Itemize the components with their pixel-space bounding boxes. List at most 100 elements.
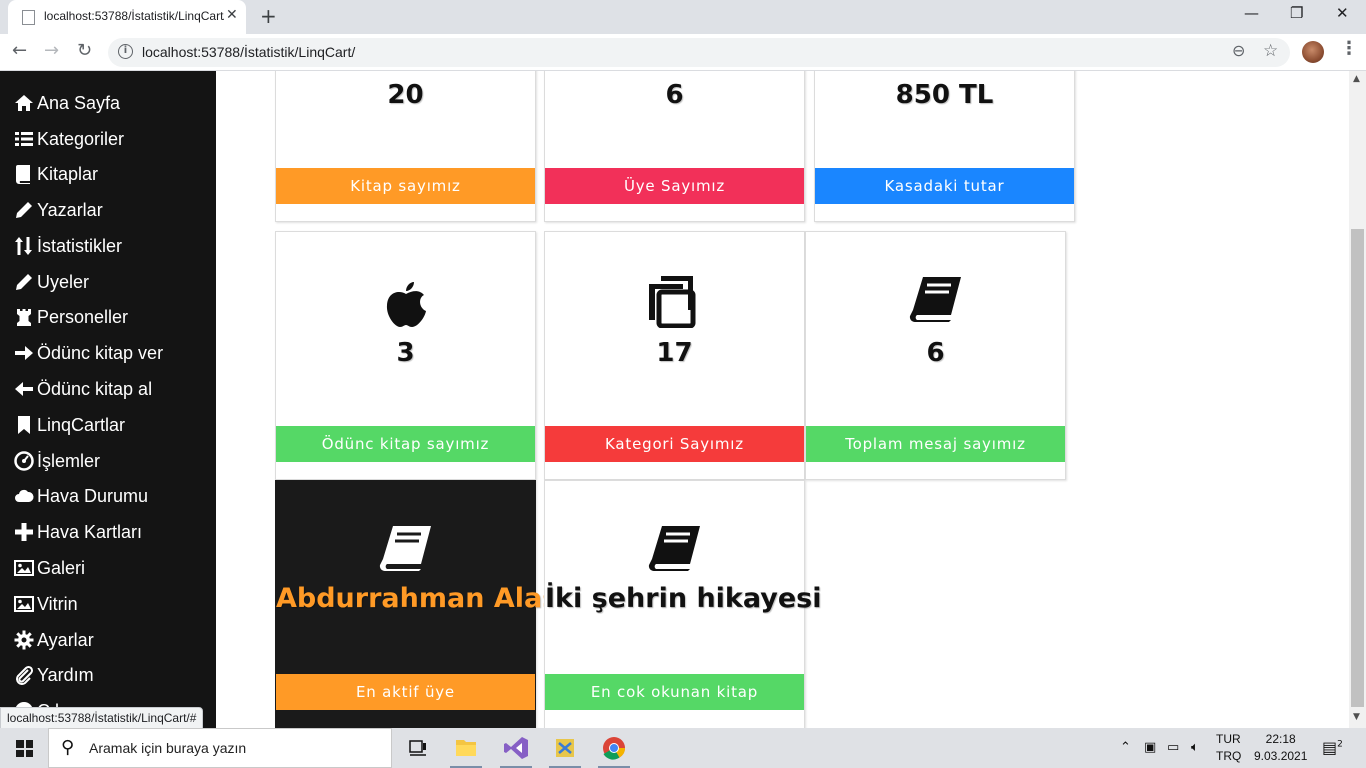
- sidebar-item-vitrin[interactable]: Vitrin: [14, 589, 78, 619]
- task-view-icon[interactable]: [398, 734, 438, 768]
- sidebar-item-label: Yazarlar: [37, 199, 103, 220]
- status-bar-url: localhost:53788/İstatistik/LinqCart/#: [0, 707, 204, 728]
- bookmark-star-icon[interactable]: ☆: [1263, 41, 1278, 61]
- book-icon: [14, 164, 36, 184]
- list-icon: [14, 129, 36, 149]
- site-info-icon[interactable]: i: [118, 44, 133, 59]
- stat-value: İki şehrin hikayesi: [545, 583, 822, 614]
- sidebar-item-kategoriler[interactable]: Kategoriler: [14, 124, 124, 154]
- sidebar-item-uyeler[interactable]: Uyeler: [14, 267, 89, 297]
- stat-value: 850 TL: [895, 80, 994, 110]
- stat-card: 20 Kitap sayımız: [275, 71, 536, 222]
- address-bar[interactable]: i localhost:53788/İstatistik/LinqCart/ ⊖…: [108, 38, 1290, 67]
- new-tab-button[interactable]: +: [260, 4, 277, 28]
- sidebar-item-hava-durumu[interactable]: Hava Durumu: [14, 481, 148, 511]
- browser-tab[interactable]: localhost:53788/İstatistik/LinqCart/ ✕: [8, 0, 246, 34]
- sidebar-item-i-statistikler[interactable]: İstatistikler: [14, 231, 122, 261]
- browser-menu-icon[interactable]: ⋮: [1340, 38, 1358, 59]
- stat-label-bar: Toplam mesaj sayımız: [806, 426, 1065, 462]
- stat-card: Abdurrahman Alas En aktif üye: [275, 480, 558, 728]
- copy-icon: [647, 272, 703, 328]
- windows-start-icon[interactable]: [16, 740, 33, 757]
- restore-button[interactable]: ❐: [1290, 4, 1303, 22]
- notification-count: 2: [1337, 739, 1343, 750]
- taskbar-search[interactable]: ⚲ Aramak için buraya yazın: [48, 728, 392, 768]
- page-scrollbar[interactable]: ▲ ▼: [1349, 71, 1366, 728]
- sidebar-item-yardım[interactable]: Yardım: [14, 660, 94, 690]
- scroll-up-icon[interactable]: ▲: [1353, 74, 1360, 84]
- taskbar-search-placeholder[interactable]: Aramak için buraya yazın: [89, 740, 246, 756]
- sidebar-item-label: Uyeler: [37, 271, 90, 292]
- sidebar-item-ödünc-kitap-ver[interactable]: Ödünc kitap ver: [14, 338, 163, 368]
- tray-device-icon[interactable]: ▣: [1144, 740, 1156, 755]
- chrome-icon[interactable]: [594, 734, 634, 768]
- chess-rook-icon: [14, 307, 36, 327]
- sidebar-item-personeller[interactable]: Personeller: [14, 302, 128, 332]
- sidebar-item-galeri[interactable]: Galeri: [14, 553, 85, 583]
- stat-card: 3 Ödünc kitap sayımız: [275, 231, 536, 480]
- scrollbar-thumb[interactable]: [1351, 229, 1364, 707]
- stat-value: 17: [656, 338, 693, 368]
- sidebar: Ana Sayfa Kategoriler Kitaplar Yazarlar İsta…: [0, 71, 216, 728]
- stat-label-bar: Ödünc kitap sayımız: [276, 426, 535, 462]
- sidebar-item-ayarlar[interactable]: Ayarlar: [14, 625, 94, 655]
- app-icon[interactable]: [545, 734, 585, 768]
- sidebar-item-label: Ödünc kitap al: [37, 378, 153, 399]
- stat-card: 17 Kategori Sayımız: [544, 231, 805, 480]
- sidebar-item-kitaplar[interactable]: Kitaplar: [14, 159, 98, 189]
- stat-card: 850 TL Kasadaki tutar: [814, 71, 1075, 222]
- sidebar-item-i-şlemler[interactable]: İşlemler: [14, 446, 100, 476]
- stat-label-bar: Üye Sayımız: [545, 168, 804, 204]
- sidebar-item-linqcartlar[interactable]: LinqCartlar: [14, 410, 125, 440]
- close-window-button[interactable]: ✕: [1336, 4, 1349, 22]
- stat-card: 6 Üye Sayımız: [544, 71, 805, 222]
- home-icon: [14, 93, 36, 113]
- browser-tab-strip: localhost:53788/İstatistik/LinqCart/ ✕ +…: [0, 0, 1366, 34]
- visual-studio-icon[interactable]: [496, 734, 536, 768]
- input-language[interactable]: TUR TRQ: [1216, 731, 1241, 765]
- page-viewport: Ana Sayfa Kategoriler Kitaplar Yazarlar İsta…: [0, 71, 1366, 728]
- sidebar-item-yazarlar[interactable]: Yazarlar: [14, 195, 103, 225]
- scroll-down-icon[interactable]: ▼: [1353, 712, 1360, 722]
- windows-taskbar: ⚲ Aramak için buraya yazın ⌃ ▣ ▭ 🔈︎ TUR …: [0, 728, 1366, 768]
- zoom-icon[interactable]: ⊖: [1232, 41, 1245, 60]
- picture-icon: [14, 558, 36, 578]
- book-icon: [379, 524, 433, 572]
- stat-label-bar: Kategori Sayımız: [545, 426, 804, 462]
- gear-icon: [14, 630, 36, 650]
- sidebar-item-label: Yardım: [37, 664, 94, 685]
- sidebar-item-label: Ayarlar: [37, 629, 94, 650]
- sidebar-item-hava-kartları[interactable]: Hava Kartları: [14, 517, 142, 547]
- sidebar-item-label: Vitrin: [37, 593, 78, 614]
- stat-label-bar: Kitap sayımız: [276, 168, 535, 204]
- minimize-button[interactable]: —: [1244, 4, 1259, 22]
- browser-toolbar: ← → ↻ i localhost:53788/İstatistik/LinqC…: [0, 34, 1366, 71]
- cloud-icon: [14, 486, 36, 506]
- stat-label-bar: En cok okunan kitap: [545, 674, 804, 710]
- tab-close-icon[interactable]: ✕: [226, 7, 238, 23]
- stat-card: İki şehrin hikayesi En cok okunan kitap: [544, 480, 822, 728]
- book-icon: [648, 524, 702, 572]
- forward-arrow-icon[interactable]: →: [44, 40, 59, 61]
- dashboard-icon: [14, 451, 36, 471]
- stat-label-bar: Kasadaki tutar: [815, 168, 1074, 204]
- notifications-icon[interactable]: ▤2: [1322, 738, 1343, 757]
- arrow-right-icon: [14, 343, 36, 363]
- pencil-icon: [14, 200, 36, 220]
- sidebar-item-label: Ana Sayfa: [37, 92, 121, 113]
- taskbar-clock[interactable]: 22:18 9.03.2021: [1254, 731, 1307, 765]
- reload-icon[interactable]: ↻: [77, 40, 92, 61]
- sidebar-item-ödünc-kitap-al[interactable]: Ödünc kitap al: [14, 374, 152, 404]
- sidebar-item-label: Ödünc kitap ver: [37, 342, 164, 363]
- file-explorer-icon[interactable]: [446, 734, 486, 768]
- profile-avatar[interactable]: [1302, 41, 1324, 63]
- sidebar-item-ana-sayfa[interactable]: Ana Sayfa: [14, 88, 120, 118]
- battery-icon[interactable]: ▭: [1167, 740, 1179, 755]
- clock-date: 9.03.2021: [1254, 749, 1308, 763]
- book-icon: [909, 275, 963, 323]
- volume-icon[interactable]: 🔈︎: [1191, 740, 1199, 755]
- address-url[interactable]: localhost:53788/İstatistik/LinqCart/: [142, 44, 355, 60]
- tray-chevron-icon[interactable]: ⌃: [1120, 740, 1131, 755]
- back-arrow-icon[interactable]: ←: [12, 40, 27, 61]
- sidebar-item-label: Kitaplar: [37, 163, 99, 184]
